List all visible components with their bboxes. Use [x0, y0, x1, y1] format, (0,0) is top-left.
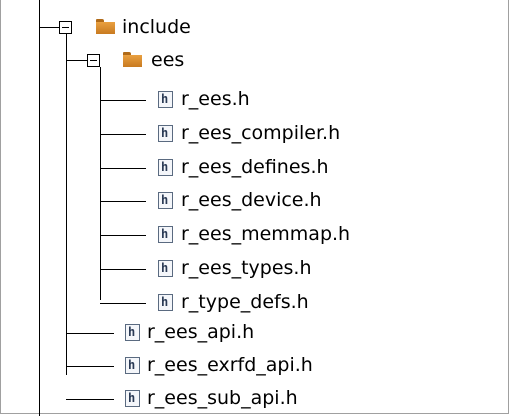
- tree-node-label: r_ees_sub_api.h: [147, 387, 298, 409]
- tree-node-file[interactable]: h r_ees_defines.h: [1, 151, 510, 185]
- tree-connector: [100, 269, 146, 270]
- tree-node-label: r_ees_types.h: [181, 257, 312, 279]
- tree-node-label: r_ees_defines.h: [181, 155, 329, 178]
- tree-node-file[interactable]: h r_ees_exrfd_api.h: [1, 349, 510, 383]
- tree-node-label: r_ees_compiler.h: [181, 121, 341, 144]
- tree-node-file[interactable]: h r_ees_types.h: [1, 252, 510, 286]
- header-file-icon: h: [158, 260, 173, 277]
- tree-node-file[interactable]: h r_ees_device.h: [1, 184, 510, 218]
- tree-node-label: r_ees_exrfd_api.h: [147, 354, 313, 376]
- header-file-icon: h: [125, 390, 140, 407]
- header-file-icon: h: [158, 192, 173, 210]
- tree-node-include[interactable]: include: [1, 10, 510, 44]
- header-file-icon: h: [158, 293, 173, 311]
- tree-connector: [66, 399, 114, 400]
- collapse-toggle-include[interactable]: [59, 21, 72, 34]
- tree-node-label: r_ees_api.h: [147, 321, 255, 343]
- tree-node-ees[interactable]: ees: [1, 43, 510, 77]
- folder-icon: [123, 52, 142, 67]
- tree-node-label: r_ees_memmap.h: [181, 223, 351, 246]
- header-file-icon: h: [125, 324, 140, 341]
- tree-node-file[interactable]: h r_ees_compiler.h: [1, 117, 510, 151]
- tree-node-label: r_ees.h: [181, 88, 250, 110]
- tree-connector: [100, 201, 146, 203]
- tree-view: include ees h r_ees.h h r_ees_compiler.h h r_…: [0, 0, 510, 416]
- tree-node-file[interactable]: h r_ees_api.h: [1, 316, 510, 350]
- tree-connector: [100, 235, 146, 237]
- header-file-icon: h: [158, 226, 173, 244]
- tree-node-file[interactable]: h r_ees_sub_api.h: [1, 382, 510, 416]
- collapse-toggle-ees[interactable]: [87, 54, 100, 67]
- tree-node-file[interactable]: h r_ees.h: [1, 83, 510, 117]
- header-file-icon: h: [158, 158, 173, 176]
- header-file-icon: h: [158, 124, 173, 142]
- tree-connector: [100, 100, 146, 101]
- tree-node-file[interactable]: h r_ees_memmap.h: [1, 218, 510, 252]
- folder-icon: [96, 19, 115, 34]
- tree-node-label: include: [122, 16, 191, 38]
- tree-connector: [100, 167, 146, 169]
- header-file-icon: h: [158, 91, 173, 108]
- tree-node-label: ees: [151, 49, 185, 71]
- header-file-icon: h: [125, 357, 140, 374]
- tree-node-label: r_ees_device.h: [181, 189, 322, 212]
- tree-connector: [66, 366, 114, 367]
- tree-node-label: r_type_defs.h: [181, 290, 309, 313]
- tree-connector: [66, 333, 114, 334]
- tree-node-file[interactable]: h r_type_defs.h: [1, 286, 510, 320]
- tree-connector: [100, 302, 146, 304]
- tree-connector: [100, 133, 146, 135]
